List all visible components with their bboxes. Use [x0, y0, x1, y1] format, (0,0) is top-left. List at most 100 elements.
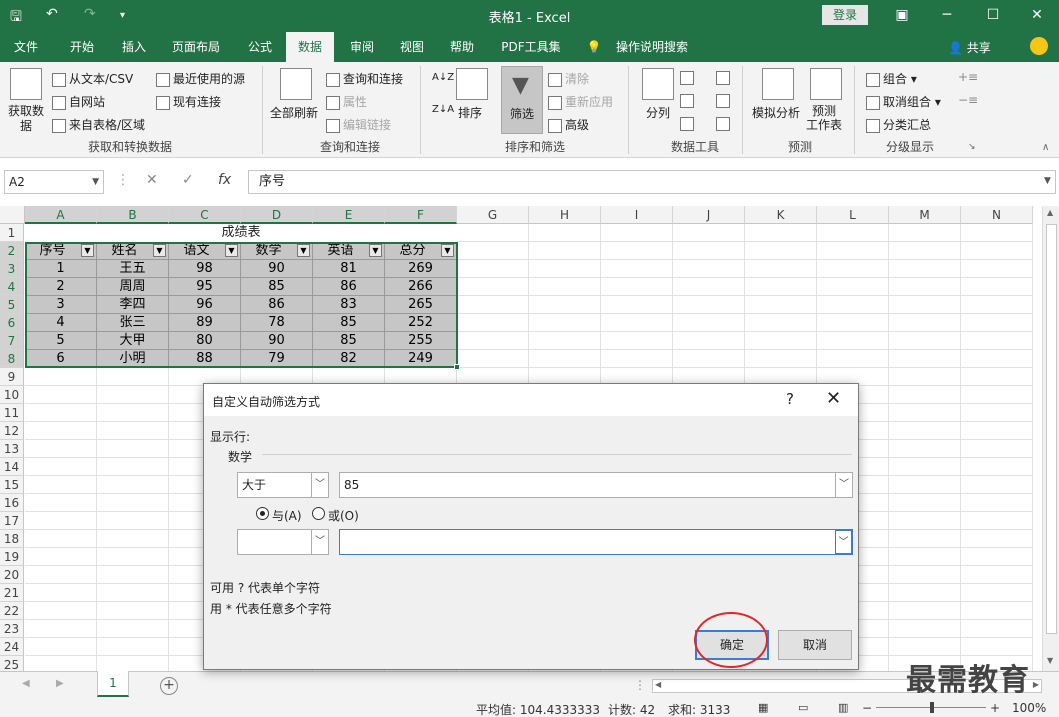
grid-cell[interactable] — [529, 260, 601, 278]
grid-cell[interactable] — [889, 350, 961, 368]
dialog-title-bar[interactable]: 自定义自动筛选方式 ? ✕ — [204, 384, 858, 416]
and-radio[interactable] — [256, 507, 269, 520]
grid-cell[interactable] — [97, 548, 169, 566]
filter-button[interactable]: ▼ 筛选 — [501, 66, 543, 134]
condition1-operator-select[interactable]: 大于 ﹀ — [237, 472, 329, 498]
grid-cell[interactable] — [889, 278, 961, 296]
row-header-20[interactable]: 20 — [0, 566, 24, 584]
grid-cell[interactable] — [457, 242, 529, 260]
tab-help[interactable]: 帮助 — [440, 32, 484, 62]
grid-cell[interactable] — [745, 224, 817, 242]
grid-cell[interactable] — [889, 332, 961, 350]
name-box[interactable]: A2 ▼ — [4, 170, 104, 194]
grid-cell[interactable] — [889, 314, 961, 332]
grid-cell[interactable] — [97, 566, 169, 584]
grid-cell[interactable] — [745, 242, 817, 260]
text-to-columns-button[interactable]: 分列 — [646, 104, 670, 121]
name-box-dropdown-icon[interactable]: ▼ — [92, 171, 99, 193]
group-button[interactable]: 组合 ▾ — [866, 70, 917, 87]
row-header-17[interactable]: 17 — [0, 512, 24, 530]
from-table-button[interactable]: 来自表格/区域 — [52, 116, 145, 133]
row-header-19[interactable]: 19 — [0, 548, 24, 566]
sort-za-icon[interactable]: Z↓A — [432, 104, 454, 115]
vertical-scrollbar[interactable]: ▲ ▼ — [1042, 206, 1059, 671]
cancel-button[interactable]: 取消 — [778, 630, 852, 660]
row-header-25[interactable]: 25 — [0, 656, 24, 671]
grid-cell[interactable] — [25, 638, 97, 656]
grid-cell[interactable] — [961, 476, 1033, 494]
grid-cell[interactable] — [961, 638, 1033, 656]
row-header-5[interactable]: 5 — [0, 296, 24, 314]
column-header-g[interactable]: G — [457, 206, 529, 224]
tab-insert[interactable]: 插入 — [112, 32, 156, 62]
grid-cell[interactable] — [457, 296, 529, 314]
flash-fill-icon[interactable] — [680, 70, 697, 85]
add-sheet-icon[interactable]: + — [160, 677, 178, 695]
expand-formula-icon[interactable]: ▼ — [1044, 176, 1051, 186]
zoom-in-icon[interactable]: + — [990, 701, 1000, 715]
grid-cell[interactable] — [601, 332, 673, 350]
grid-cell[interactable] — [817, 296, 889, 314]
grid-cell[interactable] — [961, 404, 1033, 422]
chevron-down-icon[interactable]: ﹀ — [311, 473, 328, 497]
grid-cell[interactable] — [601, 242, 673, 260]
maximize-icon[interactable]: ☐ — [978, 4, 1008, 26]
get-data-button[interactable]: 获取数据 — [4, 104, 48, 134]
grid-cell[interactable] — [673, 314, 745, 332]
fill-handle[interactable] — [454, 364, 460, 370]
row-header-11[interactable]: 11 — [0, 404, 24, 422]
grid-cell[interactable] — [961, 512, 1033, 530]
grid-cell[interactable] — [97, 512, 169, 530]
reapply-button[interactable]: 重新应用 — [548, 93, 613, 110]
properties-button[interactable]: 属性 — [326, 93, 367, 110]
grid-cell[interactable] — [97, 422, 169, 440]
grid-cell[interactable] — [97, 620, 169, 638]
tab-split-icon[interactable]: ⋮ — [634, 678, 646, 692]
condition1-value-input[interactable]: 85 ﹀ — [339, 472, 853, 498]
grid-cell[interactable] — [601, 224, 673, 242]
clear-filter-button[interactable]: 清除 — [548, 70, 589, 87]
share-button[interactable]: 👤 共享 — [948, 39, 991, 56]
grid-cell[interactable] — [25, 476, 97, 494]
grid-cell[interactable] — [961, 278, 1033, 296]
grid-cell[interactable] — [745, 332, 817, 350]
grid-cell[interactable] — [529, 296, 601, 314]
column-header-c[interactable]: C — [169, 206, 241, 224]
row-header-1[interactable]: 1 — [0, 224, 24, 242]
from-web-button[interactable]: 自网站 — [52, 93, 105, 110]
grid-cell[interactable] — [817, 224, 889, 242]
grid-cell[interactable] — [673, 224, 745, 242]
grid-cell[interactable] — [889, 440, 961, 458]
condition2-value-input[interactable]: ﹀ — [339, 529, 853, 555]
dialog-close-icon[interactable]: ✕ — [826, 388, 841, 409]
chevron-down-icon[interactable]: ﹀ — [835, 473, 852, 497]
grid-cell[interactable] — [25, 368, 97, 386]
grid-cell[interactable] — [97, 530, 169, 548]
column-header-m[interactable]: M — [889, 206, 961, 224]
grid-cell[interactable] — [673, 332, 745, 350]
grid-cell[interactable] — [25, 404, 97, 422]
grid-cell[interactable] — [889, 260, 961, 278]
column-header-k[interactable]: K — [745, 206, 817, 224]
normal-view-icon[interactable]: ▦ — [758, 701, 768, 714]
grid-cell[interactable] — [673, 350, 745, 368]
grid-cell[interactable] — [97, 656, 169, 671]
grid-cell[interactable] — [25, 656, 97, 671]
edit-links-button[interactable]: 编辑链接 — [326, 116, 391, 133]
zoom-level[interactable]: 100% — [1012, 701, 1046, 715]
help-icon[interactable]: ? — [786, 390, 794, 408]
grid-cell[interactable] — [529, 278, 601, 296]
grid-cell[interactable] — [457, 260, 529, 278]
row-header-6[interactable]: 6 — [0, 314, 24, 332]
grid-cell[interactable] — [961, 620, 1033, 638]
sort-az-icon[interactable]: A↓Z — [432, 72, 454, 83]
tab-file[interactable]: 文件 — [6, 32, 46, 62]
scroll-left-icon[interactable]: ◀ — [655, 680, 661, 689]
grid-cell[interactable] — [97, 458, 169, 476]
grid-cell[interactable] — [961, 548, 1033, 566]
grid-cell[interactable] — [889, 242, 961, 260]
advanced-filter-button[interactable]: 高级 — [548, 116, 589, 133]
tab-page-layout[interactable]: 页面布局 — [164, 32, 228, 62]
grid-cell[interactable] — [25, 584, 97, 602]
grid-cell[interactable] — [25, 512, 97, 530]
